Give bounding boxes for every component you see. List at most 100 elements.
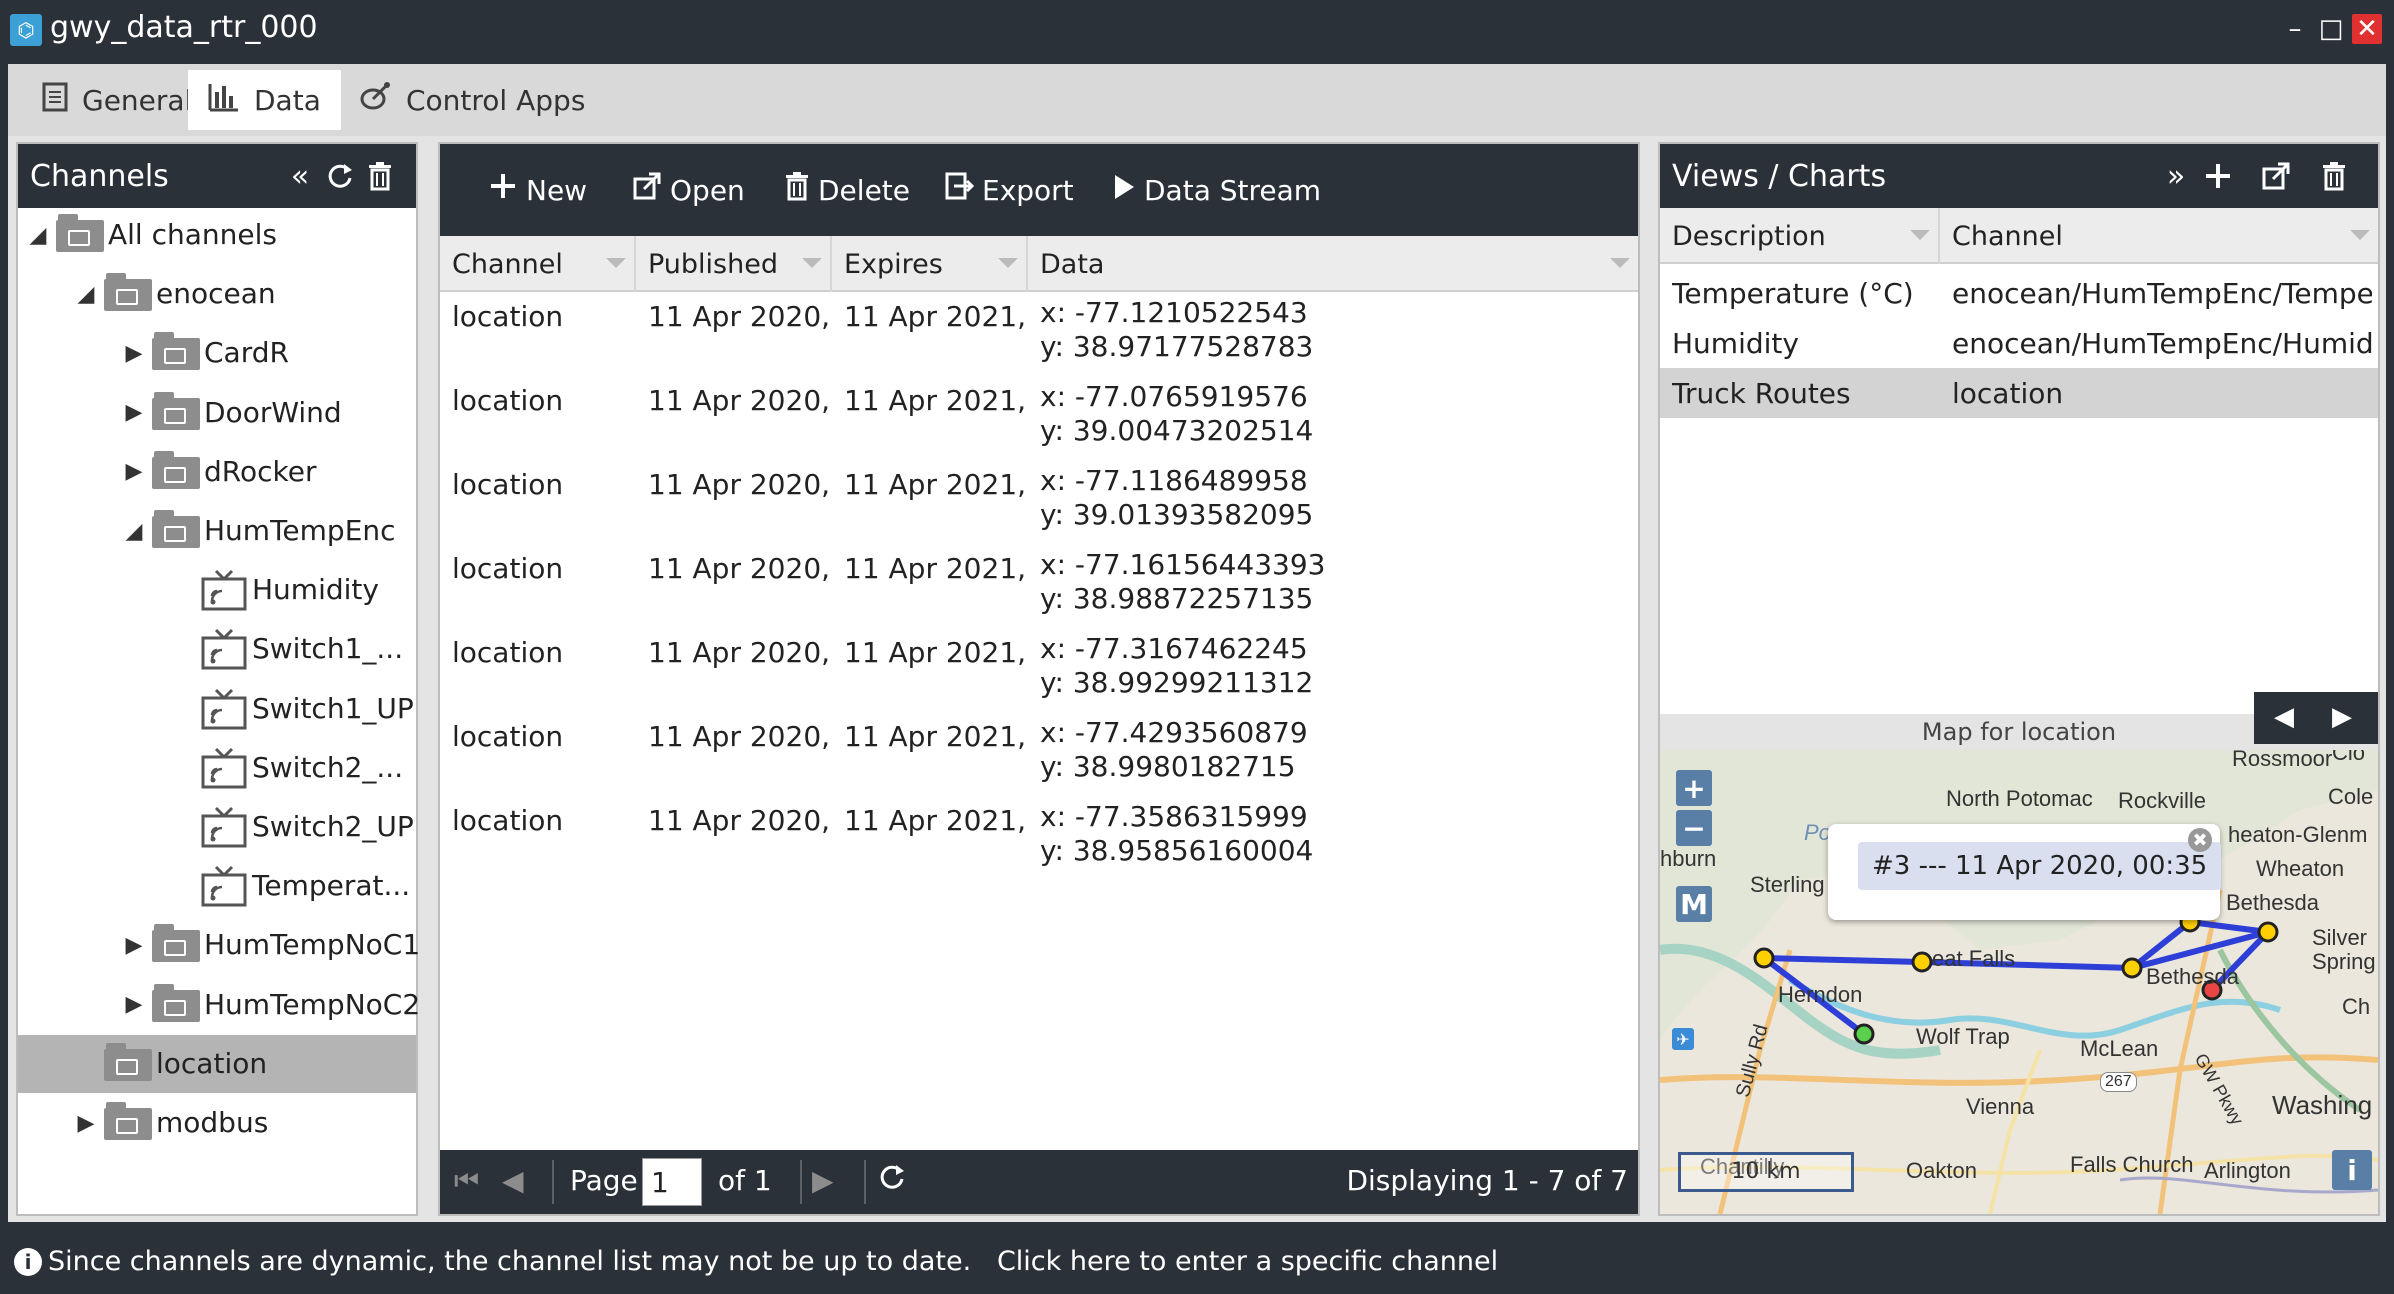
- column-header-view-channel[interactable]: Channel: [1940, 208, 2378, 264]
- map-info-button[interactable]: i: [2332, 1150, 2372, 1190]
- cell-channel: location: [452, 384, 564, 417]
- refresh-icon[interactable]: [320, 156, 360, 196]
- delete-button[interactable]: Delete: [784, 168, 910, 212]
- tree-item[interactable]: ▶ dRocker: [18, 443, 416, 501]
- tab-data[interactable]: Data: [188, 70, 341, 130]
- tree-item[interactable]: Switch1_...: [18, 620, 416, 678]
- route-point[interactable]: [1753, 947, 1775, 969]
- first-page-icon[interactable]: ⏮: [454, 1164, 479, 1198]
- displaying-count: Displaying 1 - 7 of 7: [1346, 1164, 1628, 1197]
- expanded-arrow-icon[interactable]: ◢: [122, 519, 146, 544]
- tree-item[interactable]: Switch1_UP: [18, 680, 416, 738]
- table-row[interactable]: location 11 Apr 2020, 00:36:... 11 Apr 202…: [440, 462, 1638, 546]
- folder-icon: [152, 983, 200, 1024]
- close-icon[interactable]: ✖: [2188, 828, 2212, 852]
- tree-item[interactable]: Switch2_UP: [18, 798, 416, 856]
- tree-item[interactable]: ▶ CardR: [18, 324, 416, 382]
- minimize-button[interactable]: –: [2280, 14, 2310, 44]
- collapsed-arrow-icon[interactable]: ▶: [122, 459, 146, 484]
- tree-item[interactable]: ▶ modbus: [18, 1094, 416, 1152]
- collapse-left-icon[interactable]: «: [280, 156, 320, 196]
- views-row[interactable]: Temperature (°C) enocean/HumTempEnc/Tempe…: [1660, 268, 2378, 318]
- trash-icon[interactable]: [360, 156, 400, 196]
- tree-item[interactable]: ◢ All channels: [18, 206, 416, 264]
- table-row[interactable]: location 11 Apr 2020, 00:37:... 11 Apr 202…: [440, 378, 1638, 462]
- tree-item[interactable]: ▶ HumTempNoC2: [18, 976, 420, 1034]
- collapsed-arrow-icon[interactable]: ▶: [74, 1111, 98, 1136]
- prev-page-icon[interactable]: ◀: [502, 1164, 524, 1197]
- column-header-data[interactable]: Data: [1028, 236, 1638, 292]
- sort-arrow-icon[interactable]: [2350, 230, 2370, 240]
- column-header-description[interactable]: Description: [1660, 208, 1940, 264]
- tree-item-label: modbus: [156, 1106, 269, 1139]
- status-bar[interactable]: i Since channels are dynamic, the channe…: [0, 1230, 2394, 1294]
- column-header-label: Data: [1040, 248, 1105, 280]
- table-row[interactable]: location 11 Apr 2020, 00:33:... 11 Apr 202…: [440, 798, 1638, 882]
- cell-published: 11 Apr 2020, 00:33:...: [648, 804, 828, 837]
- trash-icon[interactable]: [2314, 156, 2354, 196]
- tree-item[interactable]: ◢ HumTempEnc: [18, 502, 416, 560]
- views-row[interactable]: Humidity enocean/HumTempEnc/Humidity: [1660, 318, 2378, 368]
- sort-arrow-icon[interactable]: [802, 258, 822, 268]
- close-window-button[interactable]: ✕: [2352, 14, 2382, 44]
- column-header-channel[interactable]: Channel: [440, 236, 636, 292]
- table-row[interactable]: location 11 Apr 2020, 00:34:... 11 Apr 202…: [440, 714, 1638, 798]
- column-header-expires[interactable]: Expires: [832, 236, 1028, 292]
- open-view-icon[interactable]: [2256, 156, 2296, 196]
- new-button[interactable]: New: [488, 168, 587, 212]
- views-row[interactable]: Truck Routes location: [1660, 368, 2378, 418]
- tab-general[interactable]: General: [22, 70, 212, 130]
- route-point[interactable]: [1911, 951, 1933, 973]
- tree-item[interactable]: Switch2_...: [18, 739, 416, 797]
- tree-item[interactable]: ▶ DoorWind: [18, 384, 416, 442]
- next-page-icon[interactable]: ▶: [812, 1164, 834, 1197]
- tree-item[interactable]: Humidity: [18, 561, 416, 619]
- map-view[interactable]: Rossmoor Clo Cole North Potomac Rockvill…: [1660, 750, 2378, 1214]
- map-label: McLean: [2080, 1036, 2159, 1061]
- zoom-in-button[interactable]: +: [1676, 770, 1712, 806]
- collapsed-arrow-icon[interactable]: ▶: [122, 992, 146, 1017]
- tree-item[interactable]: Temperat...: [18, 857, 416, 915]
- view-description: Temperature (°C): [1672, 276, 1914, 310]
- sort-arrow-icon[interactable]: [606, 258, 626, 268]
- table-row[interactable]: location 11 Apr 2020, 00:38:... 11 Apr 202…: [440, 294, 1638, 378]
- sort-arrow-icon[interactable]: [1610, 258, 1630, 268]
- zoom-out-button[interactable]: −: [1676, 810, 1712, 846]
- route-start-point[interactable]: [1853, 1023, 1875, 1045]
- expand-right-icon[interactable]: »: [2156, 156, 2196, 196]
- status-text[interactable]: Since channels are dynamic, the channel …: [48, 1246, 1498, 1277]
- page-input[interactable]: [642, 1158, 702, 1206]
- prev-chart-icon[interactable]: ◀: [2274, 702, 2294, 732]
- route-point[interactable]: [2257, 921, 2279, 943]
- reload-icon[interactable]: [878, 1162, 906, 1199]
- expanded-arrow-icon[interactable]: ◢: [74, 282, 98, 307]
- tree-item[interactable]: location: [18, 1034, 416, 1093]
- channel-feed-icon: [200, 569, 248, 613]
- sort-arrow-icon[interactable]: [1910, 230, 1930, 240]
- tree-item-label: DoorWind: [204, 395, 342, 429]
- open-button[interactable]: Open: [632, 168, 745, 212]
- collapsed-arrow-icon[interactable]: ▶: [122, 933, 146, 958]
- sort-arrow-icon[interactable]: [998, 258, 1018, 268]
- collapsed-arrow-icon[interactable]: ▶: [122, 400, 146, 425]
- map-mode-button[interactable]: M: [1676, 886, 1712, 922]
- collapsed-arrow-icon[interactable]: ▶: [122, 341, 146, 366]
- page-label: Page: [570, 1164, 638, 1197]
- table-row[interactable]: location 11 Apr 2020, 00:35:... 11 Apr 202…: [440, 546, 1638, 630]
- table-row[interactable]: location 11 Apr 2020, 00:35:... 11 Apr 202…: [440, 630, 1638, 714]
- maximize-button[interactable]: □: [2316, 14, 2346, 44]
- tree-item[interactable]: ◢ enocean: [18, 265, 416, 323]
- cell-expires: 11 Apr 2021, 00:33: [844, 804, 1028, 837]
- route-point[interactable]: [2121, 957, 2143, 979]
- data-stream-button[interactable]: Data Stream: [1112, 168, 1321, 212]
- document-icon: [42, 82, 68, 119]
- tab-control-apps[interactable]: Control Apps: [340, 70, 605, 130]
- next-chart-icon[interactable]: ▶: [2332, 702, 2352, 732]
- expanded-arrow-icon[interactable]: ◢: [26, 223, 50, 248]
- new-label: New: [526, 173, 588, 207]
- column-header-published[interactable]: Published: [636, 236, 832, 292]
- add-view-icon[interactable]: [2198, 156, 2238, 196]
- tree-item[interactable]: ▶ HumTempNoC1: [18, 916, 420, 974]
- data-panel: New Open Delete Export Data Stream Chann…: [438, 142, 1640, 1216]
- export-button[interactable]: Export: [944, 168, 1074, 212]
